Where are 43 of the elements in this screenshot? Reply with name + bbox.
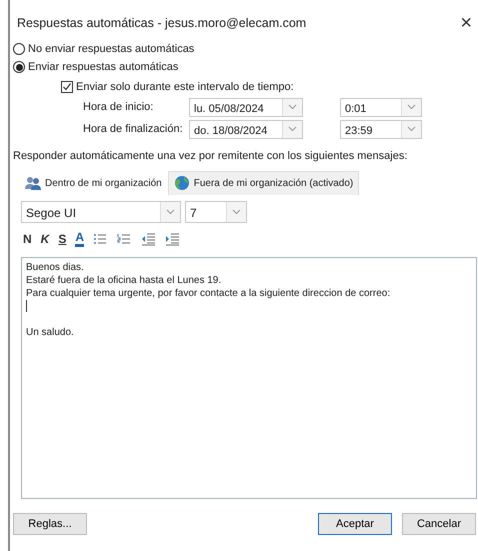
text-cursor (26, 300, 27, 312)
chevron-down-icon[interactable] (288, 104, 297, 110)
message-editor[interactable]: Buenos dias. Estaré fuera de la oficina hasta el Lunes 19. Para cualquier tema urgente, por favor contacte a la siguiente direccion de correo: Un saludo. (21, 256, 477, 498)
message-line: Estaré fuera de la oficina hasta el Lunes 19. (26, 274, 222, 286)
underline-button[interactable]: S (58, 230, 66, 248)
radio-button[interactable] (13, 43, 25, 55)
time-dropdown[interactable]: 23:59 (340, 120, 422, 138)
field-label: Hora de inicio: (83, 100, 154, 115)
chevron-down-icon[interactable] (166, 208, 175, 214)
dialog-button[interactable]: Cancelar (402, 513, 476, 535)
font-dropdown[interactable]: Segoe UI (21, 200, 181, 222)
checkbox[interactable] (61, 81, 73, 93)
message-line: Un saludo. (26, 326, 75, 338)
dialog-button[interactable]: Aceptar (318, 513, 392, 535)
globe-icon (174, 175, 190, 191)
tab[interactable]: Fuera de mi organización (activado) (168, 170, 360, 194)
window-title: Respuestas automáticas - jesus.moro@elecam.com (17, 14, 306, 32)
message-line: Para cualquier tema urgente, por favor contacte a la siguiente direccion de correo: (26, 286, 392, 300)
font-color-button[interactable]: A (75, 230, 84, 246)
radio-label[interactable]: No enviar respuestas automáticas (28, 40, 194, 58)
bullets-icon[interactable] (93, 232, 108, 246)
numbering-icon[interactable] (117, 232, 132, 246)
italic-button[interactable]: K (40, 230, 50, 248)
indent-icon[interactable] (165, 232, 180, 246)
time-dropdown[interactable]: 0:01 (340, 98, 422, 116)
field-label: Hora de finalización: (83, 122, 184, 137)
date-dropdown[interactable]: lu. 05/08/2024 (189, 98, 303, 116)
radio-label[interactable]: Enviar respuestas automáticas (28, 58, 178, 76)
message-line: Buenos dias. (26, 260, 85, 274)
instruction-text: Responder automáticamente una vez por remitente con los siguientes mensajes: (13, 149, 408, 164)
dialog-button[interactable]: Reglas... (13, 513, 87, 535)
date-dropdown[interactable]: do. 18/08/2024 (189, 120, 303, 138)
people-icon (25, 176, 41, 190)
bold-button[interactable]: N (23, 230, 32, 248)
radio-button[interactable] (13, 61, 25, 73)
chevron-down-icon[interactable] (232, 208, 241, 214)
checkbox-label[interactable]: Enviar solo durante este intervalo de tiempo: (76, 78, 294, 96)
outdent-icon[interactable] (141, 232, 156, 246)
size-dropdown[interactable]: 7 (185, 200, 247, 222)
chevron-down-icon[interactable] (407, 104, 416, 110)
close-button[interactable]: × (456, 13, 476, 33)
chevron-down-icon[interactable] (407, 126, 416, 132)
chevron-down-icon[interactable] (288, 126, 297, 132)
